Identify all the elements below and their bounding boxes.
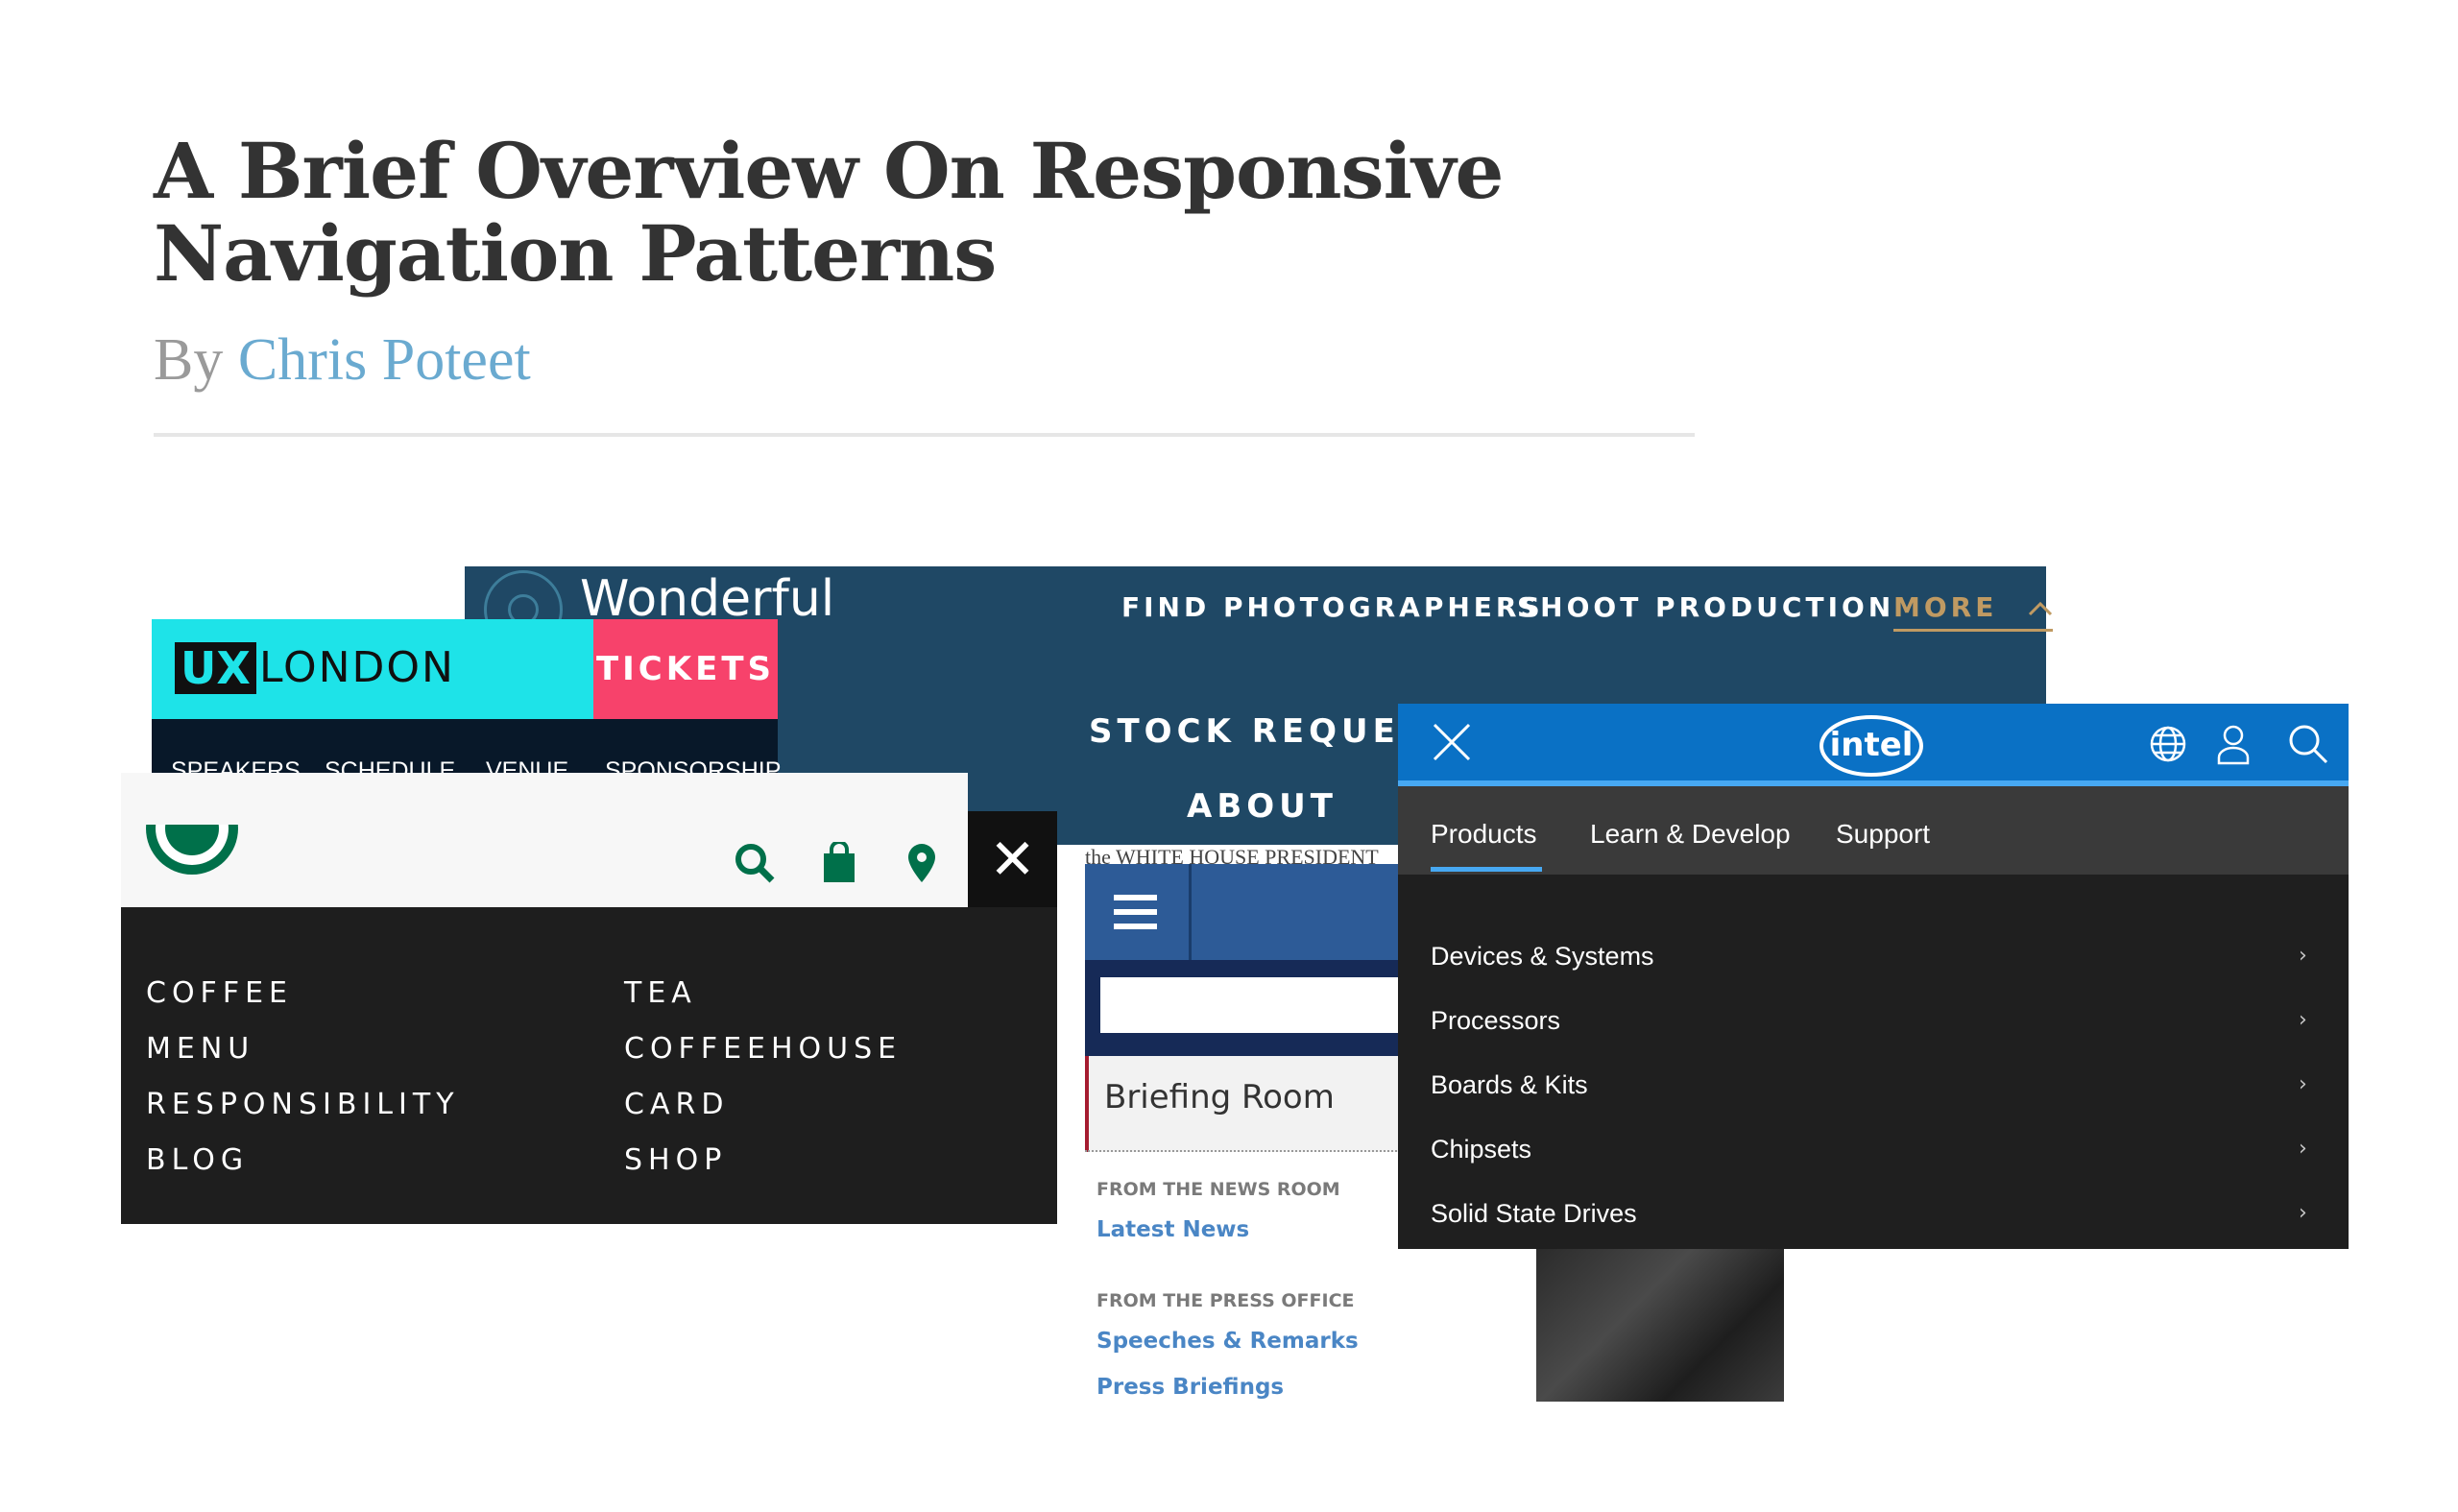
whitehouse-header: the WHITE HOUSE PRESIDENT: [1085, 845, 1379, 864]
press-photo: [1536, 1243, 1784, 1402]
news-room-caption: FROM THE NEWS ROOM: [1096, 1179, 1340, 1200]
search-input[interactable]: [1100, 977, 1415, 1033]
globe-icon[interactable]: [2149, 725, 2187, 768]
menu-item-coffee[interactable]: COFFEE: [146, 976, 293, 1010]
title-line-2: Navigation Patterns: [154, 208, 997, 299]
chevron-right-icon: ›: [2299, 1008, 2307, 1032]
list-item-processors[interactable]: Processors: [1431, 1006, 1560, 1036]
tab-learn-develop[interactable]: Learn & Develop: [1590, 819, 1791, 850]
search-icon[interactable]: [2287, 723, 2329, 770]
menu-item-tea[interactable]: TEA: [624, 976, 697, 1010]
divider: [154, 433, 1695, 437]
starbucks-logo-icon: [146, 780, 242, 891]
starbucks-menu-panel: COFFEE MENU RESPONSIBILITY BLOG TEA COFF…: [121, 907, 1057, 1224]
whitehouse-menu: the WHITE HOUSE PRESIDENT Briefing Room …: [1085, 826, 1784, 1402]
intel-menu: intel Products Learn & Develop Support D…: [1398, 704, 2349, 1249]
menu-item-coffeehouse[interactable]: COFFEEHOUSE: [624, 1032, 902, 1066]
dotted-divider: [1085, 1150, 1411, 1152]
byline: By Chris Poteet: [154, 326, 531, 395]
bag-icon[interactable]: [822, 840, 856, 887]
press-briefings-link[interactable]: Press Briefings: [1096, 1375, 1284, 1400]
hamburger-icon[interactable]: [1085, 864, 1189, 960]
author-link[interactable]: Chris Poteet: [238, 327, 531, 393]
uxlondon-logo-london: LONDON: [259, 643, 455, 692]
chevron-right-icon: ›: [2299, 944, 2307, 968]
byline-by: By: [154, 327, 224, 393]
menu-item-blog[interactable]: BLOG: [146, 1143, 249, 1177]
chevron-right-icon: ›: [2299, 1201, 2307, 1225]
whitehouse-separator: [1189, 864, 1192, 960]
active-tab-indicator: [1431, 867, 1542, 872]
tickets-button[interactable]: TICKETS: [593, 619, 778, 719]
menu-item-responsibility[interactable]: RESPONSIBILITY: [146, 1088, 460, 1121]
intel-logo[interactable]: intel: [1819, 709, 1924, 779]
press-office-caption: FROM THE PRESS OFFICE: [1096, 1290, 1355, 1311]
user-icon[interactable]: [2216, 723, 2251, 770]
chevron-right-icon: ›: [2299, 1072, 2307, 1096]
tab-products[interactable]: Products: [1431, 819, 1537, 850]
chevron-right-icon: ›: [2299, 1137, 2307, 1161]
article-title: A Brief Overview On Responsive Navigatio…: [154, 130, 1594, 295]
menu-item-card[interactable]: CARD: [624, 1088, 729, 1121]
tab-support[interactable]: Support: [1836, 819, 1930, 850]
nav-more-label: MORE: [1893, 591, 1998, 623]
nav-about[interactable]: ABOUT: [1187, 787, 1337, 826]
nav-find-photographers[interactable]: FIND PHOTOGRAPHERS: [1121, 591, 1544, 623]
nav-shoot-production[interactable]: SHOOT PRODUCTION: [1517, 591, 1894, 623]
list-item-devices-systems[interactable]: Devices & Systems: [1431, 942, 1654, 972]
close-icon[interactable]: [1431, 721, 1473, 763]
intel-product-list: [1398, 875, 2349, 1249]
intel-logo-text: intel: [1830, 726, 1914, 764]
starbucks-menu: ✕ COFFEE MENU RESPONSIBILITY BLOG TEA CO…: [121, 773, 1057, 1224]
briefing-room-label: Briefing Room: [1104, 1078, 1335, 1116]
menu-item-menu[interactable]: MENU: [146, 1032, 254, 1066]
latest-news-link[interactable]: Latest News: [1096, 1217, 1249, 1242]
menu-item-shop[interactable]: SHOP: [624, 1143, 727, 1177]
list-item-solid-state-drives[interactable]: Solid State Drives: [1431, 1199, 1637, 1229]
search-icon[interactable]: [734, 842, 776, 889]
chevron-up-icon: [2028, 591, 2053, 623]
uxlondon-logo-ux: UX: [175, 642, 256, 694]
list-item-chipsets[interactable]: Chipsets: [1431, 1135, 1531, 1164]
starbucks-header: [121, 773, 968, 907]
location-pin-icon[interactable]: [906, 842, 937, 889]
title-line-1: A Brief Overview On Responsive: [154, 126, 1504, 216]
close-icon[interactable]: ✕: [968, 811, 1057, 907]
list-item-boards-kits[interactable]: Boards & Kits: [1431, 1070, 1588, 1100]
nav-more[interactable]: MORE: [1893, 591, 2054, 632]
speeches-remarks-link[interactable]: Speeches & Remarks: [1096, 1329, 1359, 1354]
